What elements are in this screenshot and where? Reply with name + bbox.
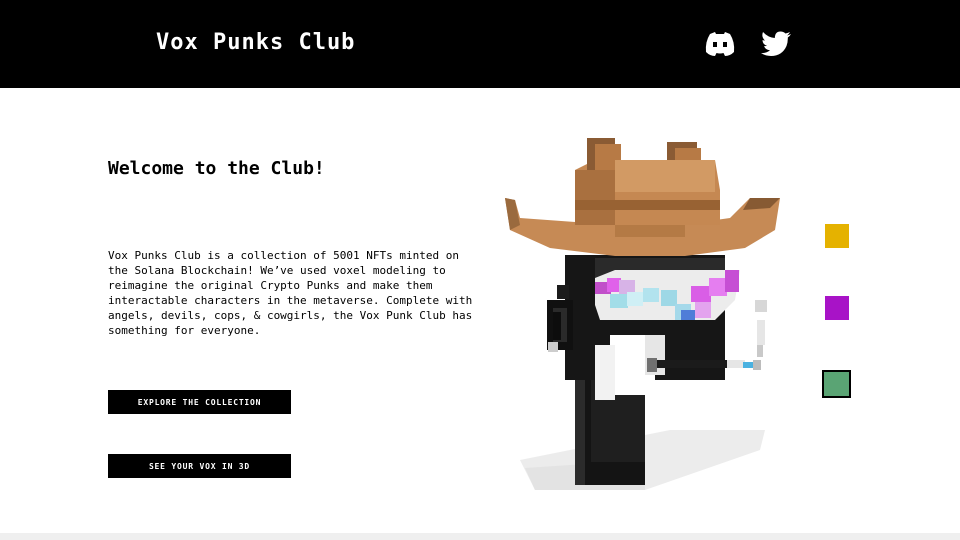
twitter-icon[interactable] (760, 30, 792, 58)
voxel-punk-avatar[interactable] (495, 130, 795, 495)
intro-paragraph: Vox Punks Club is a collection of 5001 N… (108, 249, 473, 337)
see-vox-3d-button[interactable]: SEE YOUR VOX IN 3D (108, 454, 291, 478)
discord-icon[interactable] (704, 30, 736, 58)
color-swatch-green[interactable] (822, 370, 851, 398)
color-swatch-purple[interactable] (825, 296, 849, 320)
explore-collection-button[interactable]: EXPLORE THE COLLECTION (108, 390, 291, 414)
headline: Welcome to the Club! (108, 158, 325, 179)
color-swatch-yellow[interactable] (825, 224, 849, 248)
top-bar: Vox Punks Club (0, 0, 960, 88)
brand-title[interactable]: Vox Punks Club (156, 30, 355, 55)
footer-strip (0, 533, 960, 540)
